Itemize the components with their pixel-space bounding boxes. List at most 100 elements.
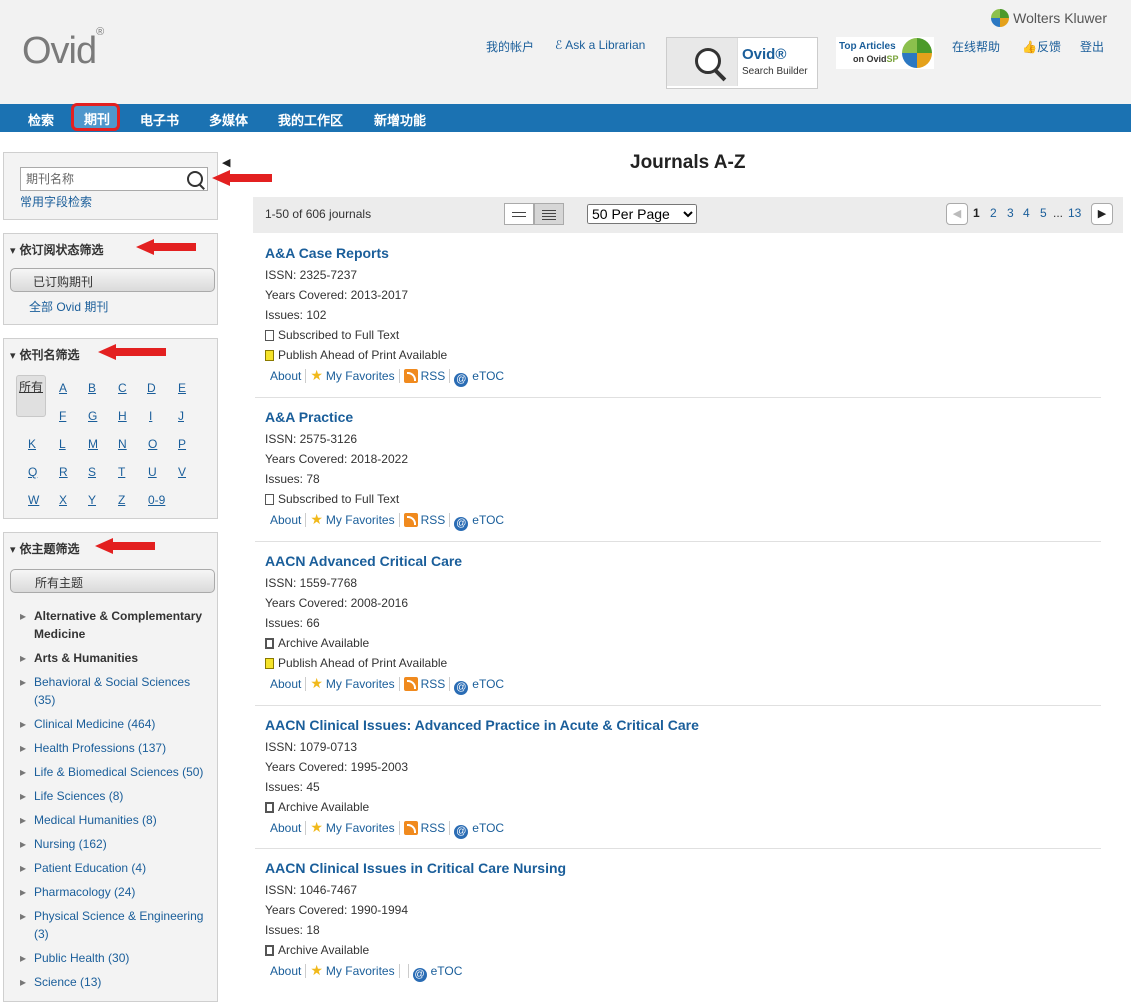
- page-link[interactable]: 2: [990, 206, 997, 220]
- etoc-icon[interactable]: @: [454, 825, 469, 839]
- letter-h[interactable]: H: [118, 409, 127, 423]
- my-favorites-link[interactable]: My Favorites: [326, 964, 395, 978]
- about-link[interactable]: About: [270, 513, 301, 527]
- etoc-icon[interactable]: @: [454, 681, 469, 695]
- nav-search[interactable]: 检索: [28, 110, 54, 129]
- rss-link[interactable]: RSS: [421, 513, 446, 527]
- letter-x[interactable]: X: [59, 493, 67, 507]
- list-view-button[interactable]: [534, 203, 564, 225]
- letter-g[interactable]: G: [88, 409, 97, 423]
- add-favorite-icon[interactable]: ★: [310, 962, 323, 978]
- letter-b[interactable]: B: [88, 381, 96, 395]
- about-link[interactable]: About: [270, 821, 301, 835]
- rss-link[interactable]: RSS: [421, 821, 446, 835]
- letter-n[interactable]: N: [118, 437, 127, 451]
- logout-link[interactable]: 登出: [1080, 38, 1104, 55]
- page-link[interactable]: 3: [1007, 206, 1014, 220]
- letter-0-9[interactable]: 0-9: [148, 493, 165, 507]
- top-articles-banner[interactable]: Top Articles on OvidSP: [836, 37, 934, 69]
- letter-d[interactable]: D: [147, 381, 156, 395]
- my-account-link[interactable]: 我的帐户: [486, 38, 534, 55]
- prev-page-button[interactable]: ◀: [946, 203, 968, 225]
- letter-l[interactable]: L: [59, 437, 66, 451]
- feedback-link[interactable]: 👍反馈: [1022, 38, 1061, 55]
- subject-item[interactable]: Behavioral & Social Sciences (35): [20, 673, 206, 709]
- per-page-select[interactable]: 50 Per Page: [587, 204, 697, 224]
- subject-item[interactable]: Public Health (30): [20, 949, 206, 967]
- journal-title-link[interactable]: A&A Practice: [265, 409, 353, 425]
- letter-j[interactable]: J: [178, 409, 184, 423]
- field-search-link[interactable]: 常用字段检索: [20, 193, 92, 210]
- letter-f[interactable]: F: [59, 409, 66, 423]
- subject-item[interactable]: Science (13): [20, 973, 206, 991]
- nav-multimedia[interactable]: 多媒体: [209, 110, 248, 129]
- letter-i[interactable]: I: [149, 409, 152, 423]
- all-subjects-button[interactable]: 所有主题: [10, 569, 215, 593]
- all-ovid-journals-link[interactable]: 全部 Ovid 期刊: [29, 298, 108, 315]
- subject-filter-heading[interactable]: 依主题筛选: [10, 540, 80, 557]
- page-link[interactable]: 4: [1023, 206, 1030, 220]
- letter-e[interactable]: E: [178, 381, 186, 395]
- subscription-filter-heading[interactable]: 依订阅状态筛选: [10, 241, 104, 258]
- collapse-sidebar-icon[interactable]: ◀: [222, 156, 230, 169]
- etoc-link[interactable]: eTOC: [472, 369, 504, 383]
- subject-item[interactable]: Alternative & Complementary Medicine: [20, 607, 206, 643]
- add-favorite-icon[interactable]: ★: [310, 367, 323, 383]
- letter-z[interactable]: Z: [118, 493, 125, 507]
- letter-m[interactable]: M: [88, 437, 98, 451]
- subject-item[interactable]: Nursing (162): [20, 835, 206, 853]
- letter-p[interactable]: P: [178, 437, 186, 451]
- rss-icon[interactable]: [403, 513, 418, 527]
- nav-journals-active[interactable]: 期刊: [71, 103, 120, 131]
- etoc-link[interactable]: eTOC: [472, 821, 504, 835]
- page-link[interactable]: 5: [1040, 206, 1047, 220]
- nav-whats-new[interactable]: 新增功能: [374, 110, 426, 129]
- about-link[interactable]: About: [270, 369, 301, 383]
- journal-title-link[interactable]: AACN Clinical Issues: Advanced Practice …: [265, 717, 699, 733]
- subject-item[interactable]: Arts & Humanities: [20, 649, 206, 667]
- ask-librarian-link[interactable]: ℰ Ask a Librarian: [555, 38, 645, 52]
- search-icon[interactable]: [187, 171, 203, 187]
- subject-item[interactable]: Patient Education (4): [20, 859, 206, 877]
- journal-title-link[interactable]: A&A Case Reports: [265, 245, 389, 261]
- nav-ebooks[interactable]: 电子书: [140, 110, 179, 129]
- my-favorites-link[interactable]: My Favorites: [326, 369, 395, 383]
- rss-icon[interactable]: [403, 369, 418, 383]
- letter-all[interactable]: 所有: [16, 375, 46, 417]
- journal-title-link[interactable]: AACN Advanced Critical Care: [265, 553, 462, 569]
- etoc-link[interactable]: eTOC: [472, 677, 504, 691]
- journal-title-link[interactable]: AACN Clinical Issues in Critical Care Nu…: [265, 860, 566, 876]
- letter-a[interactable]: A: [59, 381, 67, 395]
- rss-icon[interactable]: [403, 677, 418, 691]
- about-link[interactable]: About: [270, 677, 301, 691]
- ovid-logo[interactable]: Ovid®: [22, 26, 104, 73]
- rss-link[interactable]: RSS: [421, 677, 446, 691]
- title-filter-heading[interactable]: 依刊名筛选: [10, 346, 80, 363]
- etoc-icon[interactable]: @: [454, 517, 469, 531]
- subject-item[interactable]: Medical Humanities (8): [20, 811, 206, 829]
- letter-c[interactable]: C: [118, 381, 127, 395]
- letter-t[interactable]: T: [118, 465, 125, 479]
- add-favorite-icon[interactable]: ★: [310, 675, 323, 691]
- ovid-search-builder-banner[interactable]: Ovid® Search Builder: [666, 37, 818, 89]
- subject-item[interactable]: Health Professions (137): [20, 739, 206, 757]
- letter-o[interactable]: O: [148, 437, 157, 451]
- nav-my-workspace[interactable]: 我的工作区: [278, 110, 343, 129]
- letter-r[interactable]: R: [59, 465, 68, 479]
- subscribed-journals-button[interactable]: 已订购期刊: [10, 268, 215, 292]
- add-favorite-icon[interactable]: ★: [310, 511, 323, 527]
- letter-y[interactable]: Y: [88, 493, 96, 507]
- subject-item[interactable]: Physical Science & Engineering (3): [20, 907, 206, 943]
- subject-item[interactable]: Clinical Medicine (464): [20, 715, 206, 733]
- rss-link[interactable]: RSS: [421, 369, 446, 383]
- etoc-link[interactable]: eTOC: [431, 964, 463, 978]
- letter-k[interactable]: K: [28, 437, 36, 451]
- letter-s[interactable]: S: [88, 465, 96, 479]
- subject-item[interactable]: Life & Biomedical Sciences (50): [20, 763, 206, 781]
- subject-item[interactable]: Pharmacology (24): [20, 883, 206, 901]
- my-favorites-link[interactable]: My Favorites: [326, 677, 395, 691]
- compact-view-button[interactable]: [504, 203, 534, 225]
- add-favorite-icon[interactable]: ★: [310, 819, 323, 835]
- letter-v[interactable]: V: [178, 465, 186, 479]
- my-favorites-link[interactable]: My Favorites: [326, 513, 395, 527]
